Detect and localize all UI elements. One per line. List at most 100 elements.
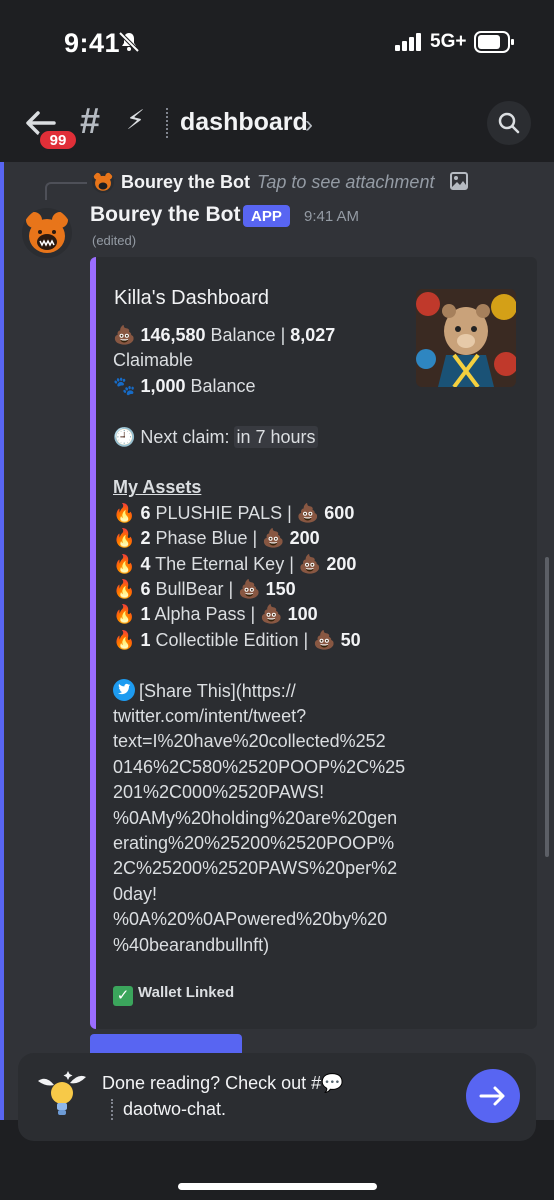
share-link-line: %0A%20%0APowered%20by%20 (113, 909, 388, 930)
status-time: 9:41 (64, 28, 121, 58)
home-indicator[interactable] (178, 1183, 377, 1190)
clock-emoji: 🕘 (113, 426, 136, 447)
share-link-line: twitter.com/intent/tweet? (113, 706, 307, 727)
asset-value: 600 (324, 502, 355, 523)
poop-emoji: 💩 (313, 629, 336, 650)
scrollbar-thumb[interactable] (545, 557, 549, 857)
reply-author[interactable]: Bourey the Bot (121, 172, 250, 193)
claimable-amount: 8,027 (290, 325, 336, 345)
dashboard-embed: Killa's Dashboard 💩 146,580 Balance | 8,… (90, 257, 537, 1029)
poop-emoji: 💩 (260, 604, 283, 625)
asset-name: The Eternal Key | (150, 553, 299, 574)
header-divider (166, 108, 168, 138)
reply-preview-text[interactable]: Tap to see attachment (257, 172, 434, 193)
message-list[interactable]: Bourey the Bot Tap to see attachment Bou… (0, 162, 554, 1120)
message-author[interactable]: Bourey the Bot (90, 203, 241, 227)
asset-row: 🔥 6 PLUSHIE PALS | 💩 600 (113, 501, 413, 526)
asset-row: 🔥 2 Phase Blue | 💩 200 (113, 526, 413, 551)
status-bar: 9:41 5G+ (0, 0, 554, 80)
asset-count: 6 (140, 579, 151, 600)
image-icon (450, 172, 468, 190)
share-link-line: [Share This](https:// (139, 680, 296, 701)
asset-name: Phase Blue | (150, 528, 263, 549)
share-link[interactable]: [Share This](https:// twitter.com/intent/… (113, 678, 413, 958)
poop-emoji: 💩 (298, 553, 322, 574)
search-button[interactable] (487, 101, 531, 145)
asset-value: 200 (289, 528, 320, 549)
app-tag-badge: APP (243, 205, 290, 227)
next-claim-label: Next claim: (135, 426, 235, 447)
edited-label: (edited) (92, 233, 137, 248)
cellular-signal-icon (395, 33, 421, 51)
share-link-line: 201%2C000%2520PAWS! (113, 782, 325, 803)
unread-badge: 99 (37, 128, 79, 152)
next-channel-prompt[interactable]: Done reading? Check out #💬 daotwo-chat. (18, 1053, 536, 1141)
fire-emoji: 🔥 (113, 579, 136, 600)
go-to-channel-button[interactable] (466, 1069, 520, 1123)
paws-amount: 1,000 (140, 375, 186, 396)
fire-emoji: 🔥 (113, 604, 136, 625)
asset-row: 🔥 1 Collectible Edition | 💩 50 (113, 628, 413, 653)
paws-label: Balance (185, 375, 256, 396)
asset-count: 2 (140, 528, 151, 549)
asset-value: 200 (326, 553, 357, 574)
asset-name: Alpha Pass | (150, 604, 261, 625)
fire-emoji: 🔥 (113, 629, 136, 650)
share-link-line: 0day! (113, 883, 158, 904)
asset-row: 🔥 6 BullBear | 💩 150 (113, 577, 413, 602)
asset-value: 150 (265, 579, 296, 600)
balance-amount: 146,580 (140, 325, 206, 345)
asset-count: 4 (140, 553, 151, 574)
asset-name: BullBear | (150, 579, 239, 600)
prompt-channel-name: daotwo-chat. (111, 1099, 226, 1120)
balance-label: Balance | (205, 325, 291, 345)
embed-footer: ✓ Wallet Linked (113, 984, 234, 1006)
share-link-line: erating%20%25200%2520POOP% (113, 833, 395, 854)
asset-row: 🔥 4 The Eternal Key | 💩 200 (113, 552, 413, 577)
channel-title[interactable]: dashboard (180, 108, 308, 137)
poop-emoji: 💩 (238, 579, 261, 600)
bear-logo-icon (26, 212, 68, 253)
balance-line: 💩 146,580 Balance | 8,027 (113, 323, 413, 348)
network-type: 5G+ (430, 31, 467, 52)
channel-emoji: ⚡ (126, 105, 145, 135)
message-timestamp: 9:41 AM (304, 208, 360, 225)
battery-icon (474, 31, 514, 53)
bear-character-thumbnail (416, 289, 516, 387)
bell-muted-icon (118, 31, 140, 53)
assets-list: 🔥 6 PLUSHIE PALS | 💩 600 🔥 2 Phase Blue |… (113, 501, 413, 653)
share-link-line: %40bearandbullnft) (113, 934, 270, 955)
reply-connector (45, 182, 87, 200)
fire-emoji: 🔥 (113, 502, 136, 523)
bear-logo-icon (93, 172, 113, 191)
search-icon (498, 112, 520, 134)
share-link-line: 0146%2C580%2520POOP%2C%25 (113, 756, 406, 777)
embed-thumbnail[interactable] (416, 289, 516, 387)
asset-count: 1 (140, 629, 151, 650)
lightbulb-wings-icon (38, 1071, 86, 1115)
next-claim-value: in 7 hours (234, 425, 318, 448)
fire-emoji: 🔥 (113, 528, 136, 549)
poop-emoji: 💩 (113, 325, 136, 345)
twitter-bird-icon (113, 678, 135, 701)
chevron-right-icon[interactable]: › (305, 111, 313, 139)
check-mark-icon: ✓ (113, 986, 133, 1006)
asset-value: 50 (340, 629, 361, 650)
poop-emoji: 💩 (296, 502, 320, 523)
paw-emoji: 🐾 (113, 375, 136, 396)
mention-highlight-bar (0, 162, 4, 1120)
share-link-line: 2C%25200%2520PAWS%20per%2 (113, 858, 398, 879)
claimable-label: Claimable (113, 350, 194, 371)
poop-emoji: 💩 (262, 528, 285, 549)
fire-emoji: 🔥 (113, 553, 136, 574)
prompt-text: Done reading? Check out #💬 (102, 1073, 344, 1093)
embed-description: 💩 146,580 Balance | 8,027 Claimable 🐾 1,… (113, 323, 413, 958)
reply-avatar[interactable] (92, 171, 114, 193)
author-avatar[interactable] (22, 208, 72, 258)
embed-title: Killa's Dashboard (114, 287, 270, 309)
asset-row: 🔥 1 Alpha Pass | 💩 100 (113, 602, 413, 627)
asset-count: 1 (140, 604, 151, 625)
